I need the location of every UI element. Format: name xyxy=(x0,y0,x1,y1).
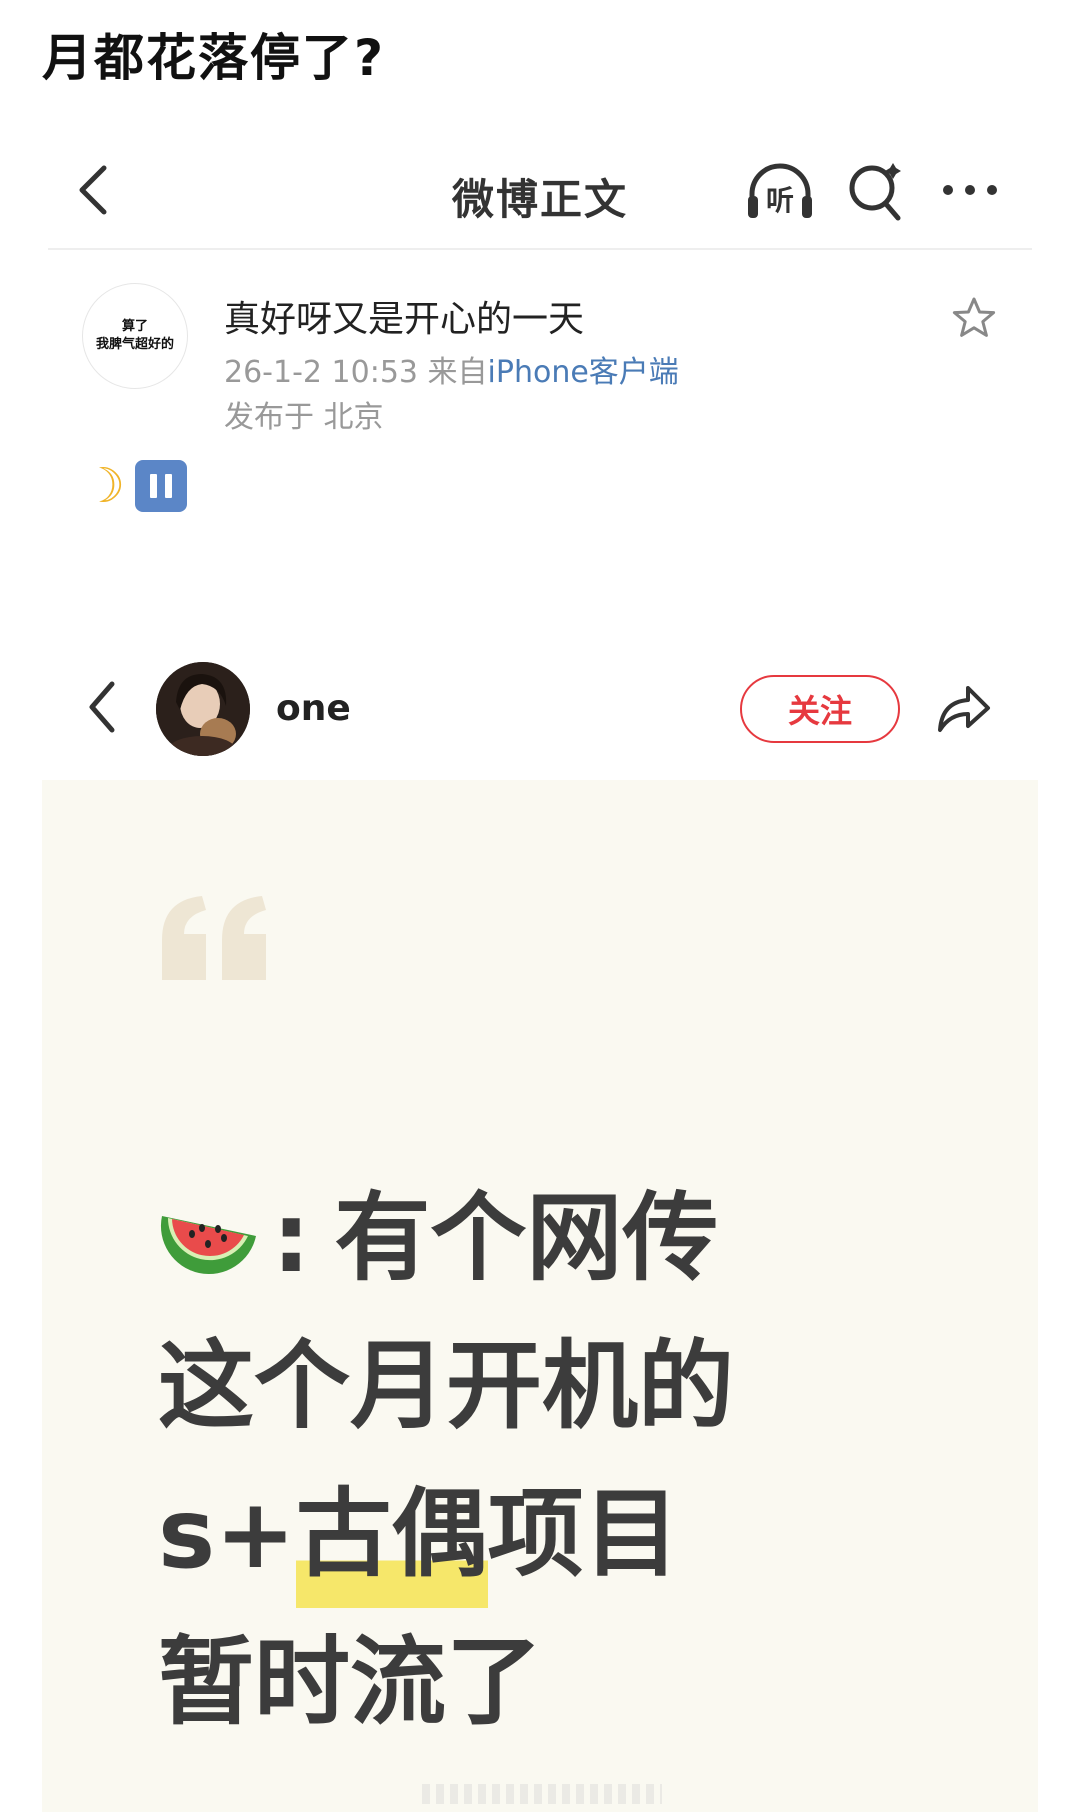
share-arrow-icon[interactable] xyxy=(934,680,992,736)
follow-button[interactable]: 关注 xyxy=(740,675,900,743)
listen-label: 听 xyxy=(766,184,794,217)
from-label: 来自 xyxy=(427,355,488,390)
listen-headphone-icon[interactable]: 听 xyxy=(744,158,816,222)
username[interactable]: one xyxy=(276,688,351,729)
line1-text: 有个网传 xyxy=(334,1182,719,1294)
line3-prefix: s+ xyxy=(158,1478,296,1590)
watermark-strip xyxy=(422,1784,662,1804)
line3-suffix: 项目 xyxy=(487,1478,680,1590)
back-arrow-icon-secondary[interactable] xyxy=(82,678,122,736)
post-source[interactable]: iPhone客户端 xyxy=(488,355,679,390)
post-meta: 26-1-2 10:53 来自iPhone客户端 xyxy=(224,347,679,391)
author-avatar[interactable]: 算了 我脾气超好的 xyxy=(82,283,188,389)
card-line-1: : 有个网传 xyxy=(158,1164,918,1312)
quote-mark-icon xyxy=(162,896,266,980)
watermelon-emoji xyxy=(160,1216,256,1275)
post-body: ☽ xyxy=(82,456,188,516)
avatar-text: 算了 我脾气超好的 xyxy=(95,319,174,352)
card-line-2: 这个月开机的 xyxy=(158,1330,734,1442)
highlighted-keyword: 古偶 xyxy=(295,1460,488,1608)
author-name[interactable]: 真好呀又是开心的一天 xyxy=(224,290,584,342)
post-time: 26-1-2 10:53 xyxy=(224,355,418,390)
colon: : xyxy=(272,1182,311,1294)
pause-button-emoji xyxy=(135,460,188,512)
card-line-4: 暂时流了 xyxy=(158,1626,542,1738)
quote-card: : 有个网传 这个月开机的 s+ 古偶 项目 暂时流了 xyxy=(42,780,1038,1812)
crescent-moon-emoji: ☽ xyxy=(82,458,126,514)
page-title: 月都花落停了? xyxy=(42,29,386,87)
favorite-star-icon[interactable] xyxy=(952,296,996,340)
more-icon[interactable] xyxy=(938,160,1002,220)
card-line-3: s+ 古偶 项目 xyxy=(158,1460,918,1608)
user-avatar-photo[interactable] xyxy=(156,662,250,756)
post-location: 发布于 北京 xyxy=(224,400,384,435)
weibo-top-nav: 微博正文 听 xyxy=(48,140,1032,250)
card-text: : 有个网传 这个月开机的 s+ 古偶 项目 暂时流了 xyxy=(158,1164,918,1756)
search-icon[interactable] xyxy=(846,160,906,224)
